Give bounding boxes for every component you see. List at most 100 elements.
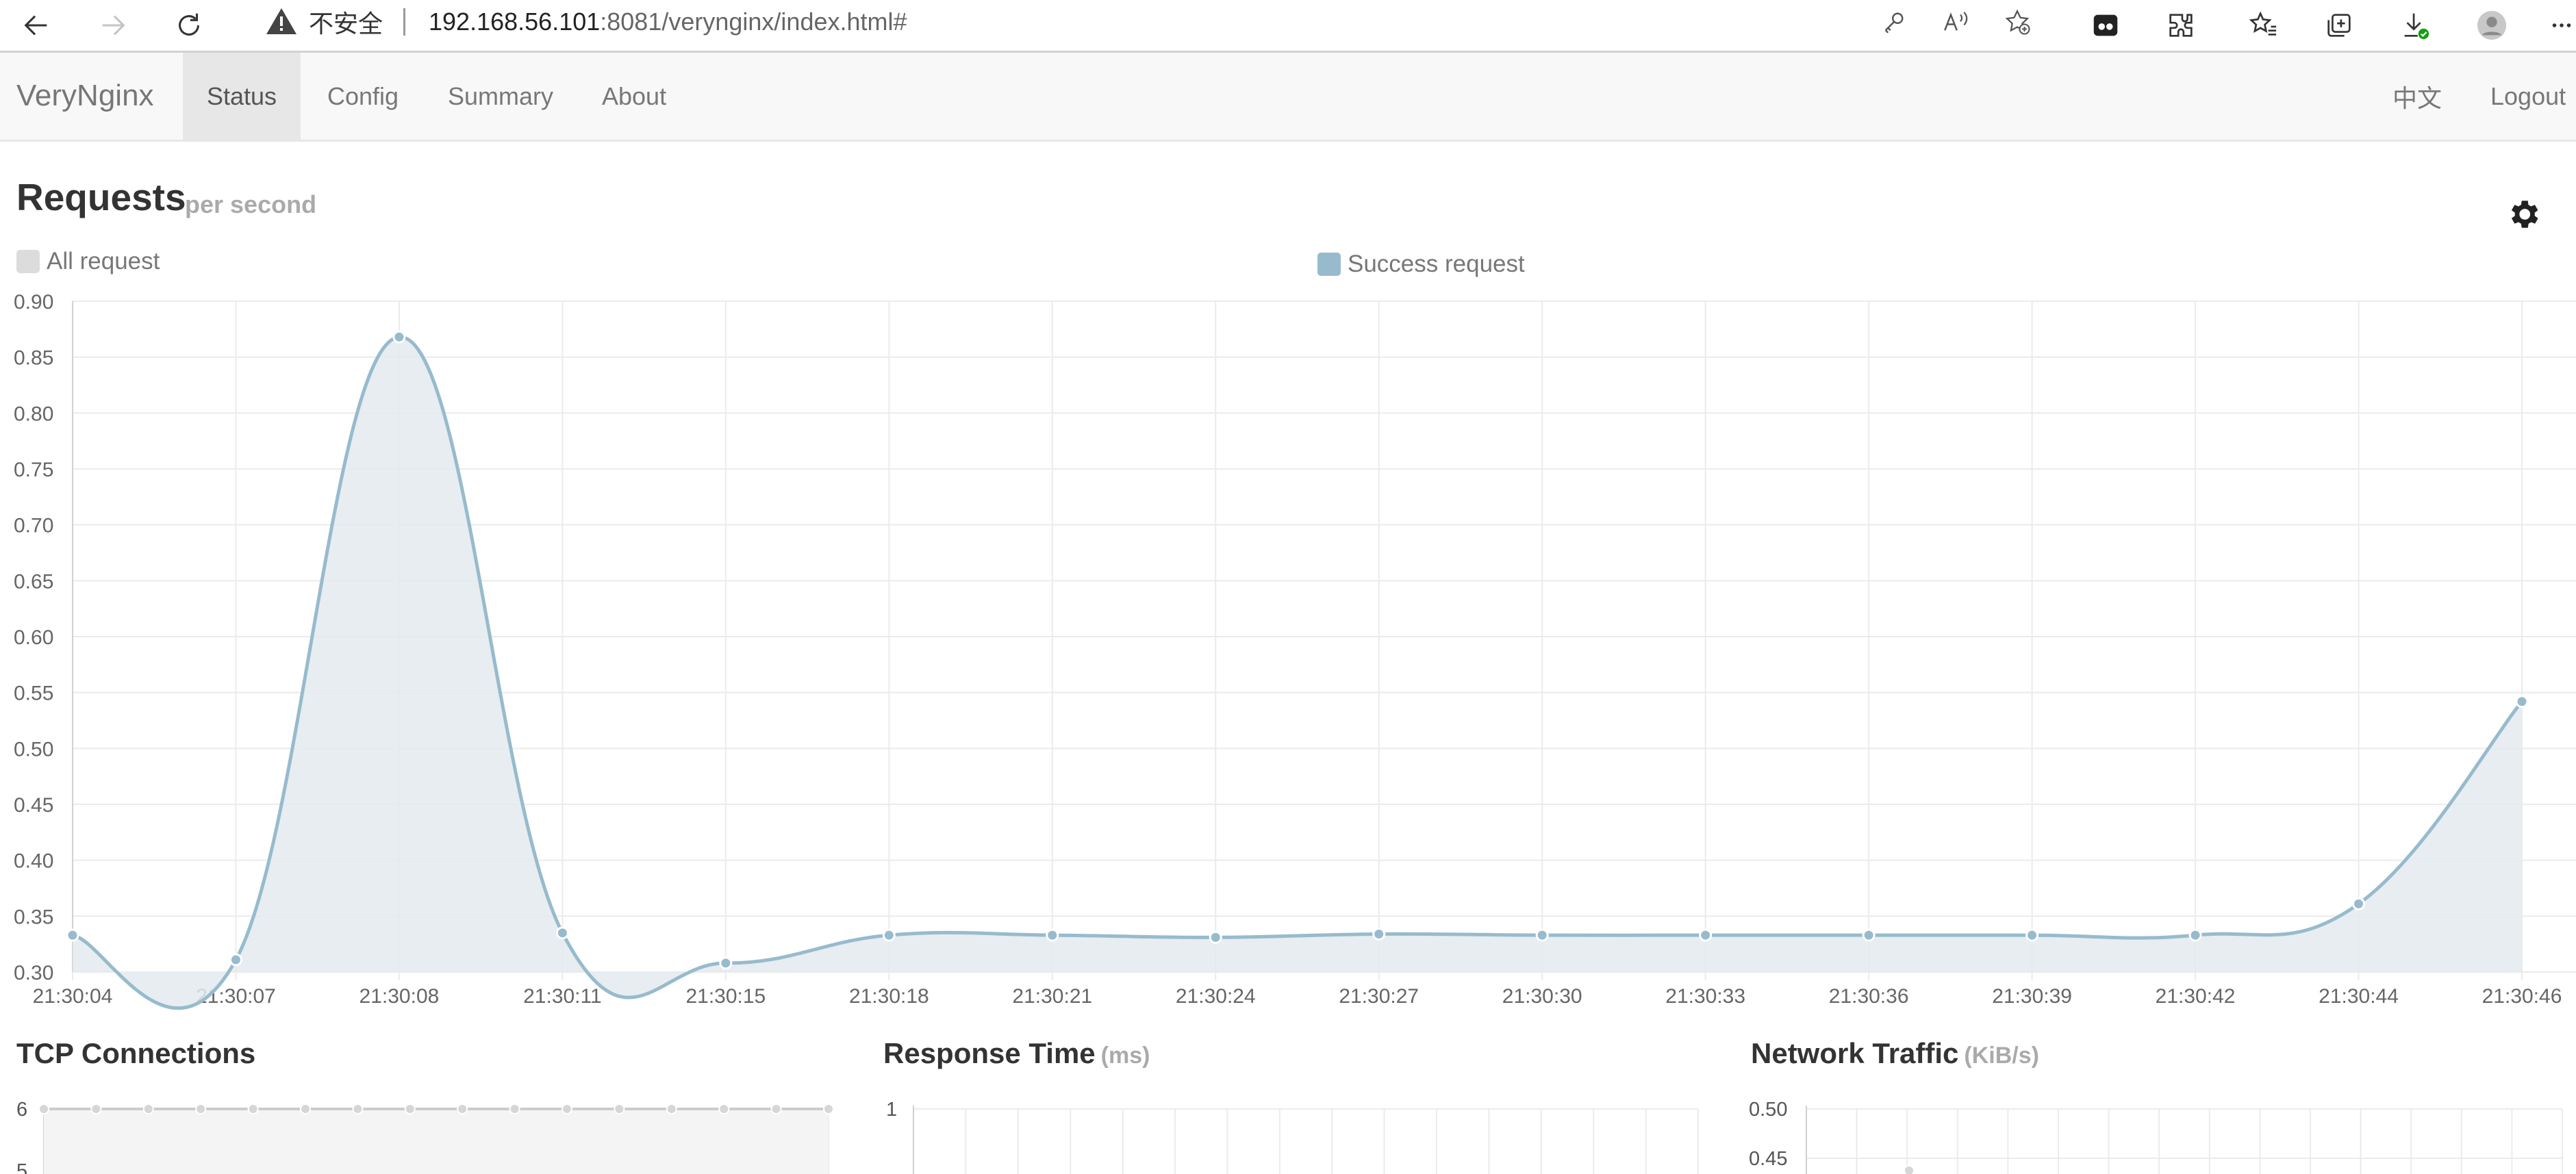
x-tick-label: 21:30:24 <box>1176 985 1256 1008</box>
more-button[interactable] <box>2547 4 2576 47</box>
x-tick-label: 21:30:36 <box>1829 985 1909 1008</box>
success-data-point[interactable] <box>2352 897 2366 910</box>
traffic-data-point[interactable] <box>1904 1165 1915 1174</box>
tcp-data-point[interactable] <box>38 1103 49 1114</box>
tcp-data-point[interactable] <box>561 1103 572 1114</box>
y-tick-label: 0.75 <box>14 459 53 481</box>
legend-label-all: All request <box>47 248 160 275</box>
y-tick-label: 0.60 <box>14 626 53 649</box>
brand[interactable]: VeryNginx <box>16 79 154 113</box>
y-tick-label: 0.35 <box>14 906 53 928</box>
url-host: 192.168.56.101 <box>429 8 601 36</box>
key-button[interactable] <box>1875 3 1913 41</box>
logout-link[interactable]: Logout <box>2466 53 2576 140</box>
success-data-point[interactable] <box>1372 927 1386 941</box>
x-tick-label: 21:30:46 <box>2482 985 2562 1008</box>
url-path: :8081/verynginx/index.html# <box>600 8 907 36</box>
success-data-point[interactable] <box>229 953 242 967</box>
downloads-icon <box>2404 13 2429 40</box>
tcp-data-point[interactable] <box>718 1103 730 1114</box>
requests-title: Requests <box>16 176 186 218</box>
tcp-data-point[interactable] <box>770 1103 782 1114</box>
success-data-point[interactable] <box>882 928 896 942</box>
address-separator <box>403 8 406 36</box>
profile-icon <box>2477 10 2507 40</box>
downloads-button[interactable] <box>2394 4 2436 47</box>
x-tick-label: 21:30:42 <box>2156 985 2236 1008</box>
legend-all-request[interactable]: All request <box>16 248 160 275</box>
tcp-data-point[interactable] <box>142 1103 154 1114</box>
requests-subtitle: per second <box>185 190 317 218</box>
profile-button[interactable] <box>2471 4 2513 47</box>
x-tick-label: 21:30:39 <box>1992 985 2072 1008</box>
success-data-point[interactable] <box>2025 928 2039 942</box>
tab-summary[interactable]: Summary <box>423 53 578 140</box>
key-icon <box>1884 12 1904 34</box>
response-time-chart: 1 <box>886 1099 1699 1174</box>
tcp-data-point[interactable] <box>404 1103 416 1114</box>
y-tick-label: 1 <box>886 1099 897 1121</box>
tcp-data-point[interactable] <box>457 1103 468 1114</box>
success-data-point[interactable] <box>2515 695 2529 709</box>
y-tick-label: 6 <box>16 1099 27 1121</box>
success-data-point[interactable] <box>2188 928 2202 942</box>
success-data-point[interactable] <box>66 928 79 942</box>
success-data-point[interactable] <box>1535 928 1549 942</box>
tcp-data-point[interactable] <box>195 1103 207 1114</box>
read-aloud-button[interactable] <box>1936 3 1975 41</box>
tab-config[interactable]: Config <box>303 53 423 140</box>
x-tick-label: 21:30:33 <box>1665 985 1745 1008</box>
y-tick-label: 0.40 <box>14 850 53 873</box>
gear-icon[interactable] <box>2505 196 2542 233</box>
navbar: VeryNginx Status Config Summary About 中文… <box>0 53 2576 142</box>
success-data-point[interactable] <box>719 956 733 970</box>
legend-success-request[interactable]: Success request <box>1317 251 1525 278</box>
x-tick-label: 21:30:44 <box>2319 985 2399 1008</box>
y-tick-label: 0.90 <box>14 291 53 314</box>
tcp-data-point[interactable] <box>666 1103 677 1114</box>
tcp-data-point[interactable] <box>300 1103 311 1114</box>
app-button[interactable] <box>2084 4 2127 47</box>
language-link[interactable]: 中文 <box>2368 53 2466 140</box>
forward-icon <box>102 15 125 36</box>
extensions-button[interactable] <box>2160 4 2202 47</box>
reload-icon <box>179 13 199 36</box>
success-data-point[interactable] <box>1862 928 1876 942</box>
forward-button[interactable] <box>92 4 134 47</box>
x-tick-label: 21:30:27 <box>1339 985 1419 1008</box>
more-icon <box>2552 23 2571 27</box>
tcp-data-point[interactable] <box>90 1103 102 1114</box>
reload-button[interactable] <box>168 4 210 47</box>
x-tick-label: 21:30:18 <box>849 985 929 1008</box>
success-data-point[interactable] <box>555 926 569 940</box>
success-data-point[interactable] <box>1699 928 1713 942</box>
tcp-data-point[interactable] <box>352 1103 364 1114</box>
add-favorite-button[interactable] <box>1998 3 2036 41</box>
legend-swatch-all <box>16 250 40 273</box>
favorites-button[interactable] <box>2242 4 2284 47</box>
y-tick-label: 0.50 <box>14 738 53 761</box>
tab-about[interactable]: About <box>577 53 691 140</box>
tab-status[interactable]: Status <box>183 53 301 140</box>
x-tick-label: 21:30:08 <box>359 985 440 1008</box>
address-bar[interactable]: 不安全 192.168.56.101:8081/verynginx/index.… <box>236 0 2054 44</box>
network-traffic-unit: (KiB/s) <box>1964 1043 2039 1069</box>
success-data-point[interactable] <box>392 330 406 344</box>
y-tick-label: 0.55 <box>14 682 53 705</box>
x-tick-label: 21:30:21 <box>1012 985 1092 1008</box>
success-data-point[interactable] <box>1046 928 1059 942</box>
tcp-data-point[interactable] <box>247 1103 259 1114</box>
y-tick-label: 0.45 <box>14 794 53 817</box>
collections-button[interactable] <box>2318 4 2360 47</box>
tcp-data-point[interactable] <box>823 1103 834 1114</box>
x-tick-label: 21:30:15 <box>685 985 766 1008</box>
security-label[interactable]: 不安全 <box>309 4 383 40</box>
tcp-data-point[interactable] <box>509 1103 520 1114</box>
success-data-point[interactable] <box>1209 930 1222 944</box>
tcp-connections-chart: 65 <box>16 1099 834 1174</box>
legend-swatch-success <box>1317 253 1341 276</box>
network-traffic-title: Network Traffic (KiB/s) <box>1751 1037 2039 1069</box>
tcp-data-point[interactable] <box>614 1103 625 1114</box>
back-button[interactable] <box>15 4 58 47</box>
tabs-icon <box>2327 14 2351 37</box>
